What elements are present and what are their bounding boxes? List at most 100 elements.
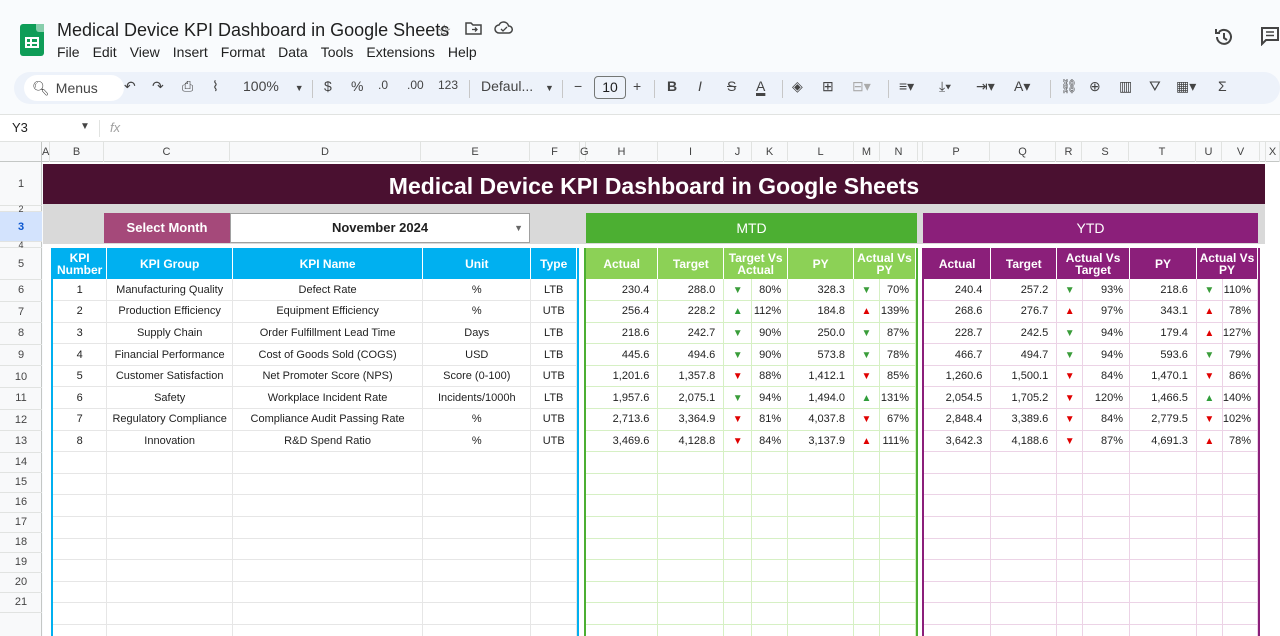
fill-color-icon[interactable]: ◈	[792, 78, 803, 95]
empty-cell[interactable]	[106, 473, 234, 496]
menu-view[interactable]: View	[130, 44, 166, 60]
row-header-19[interactable]: 19	[0, 553, 42, 573]
ytd-avt-pct-cell[interactable]: 97%	[1082, 300, 1131, 323]
mtd-tva-arrow-cell[interactable]: ▼	[723, 430, 753, 453]
empty-cell[interactable]	[422, 559, 532, 582]
text-wrap-icon[interactable]: ⇥▾	[976, 78, 995, 95]
ytd-avp-pct-cell[interactable]: 140%	[1222, 386, 1259, 410]
mtd-avp-arrow-cell[interactable]: ▲	[853, 430, 880, 453]
ytd-target-cell[interactable]: 242.5	[990, 322, 1058, 345]
number-format-button[interactable]: 123	[438, 78, 458, 92]
empty-cell[interactable]	[586, 559, 659, 582]
ytd-avt-arrow-cell[interactable]: ▼	[1056, 279, 1084, 302]
kpi-unit-cell[interactable]: Days	[422, 322, 532, 345]
col-header-f[interactable]: F	[530, 142, 580, 162]
row-header-11[interactable]: 11	[0, 388, 42, 410]
empty-cell[interactable]	[1056, 538, 1084, 561]
empty-cell[interactable]	[1196, 451, 1223, 474]
ytd-actual-cell[interactable]: 3,642.3	[924, 430, 992, 453]
empty-cell[interactable]	[1222, 451, 1259, 474]
empty-cell[interactable]	[1196, 559, 1223, 582]
mtd-actual-cell[interactable]: 230.4	[586, 279, 659, 302]
empty-cell[interactable]	[787, 602, 855, 625]
empty-cell[interactable]	[422, 451, 532, 474]
ytd-py-cell[interactable]: 218.6	[1129, 279, 1197, 302]
mtd-target-cell[interactable]: 228.2	[657, 300, 725, 323]
ytd-target-cell[interactable]: 1,500.1	[990, 365, 1058, 388]
ytd-target-cell[interactable]: 276.7	[990, 300, 1058, 323]
empty-cell[interactable]	[422, 602, 532, 625]
empty-cell[interactable]	[586, 494, 659, 518]
empty-cell[interactable]	[751, 494, 789, 518]
empty-cell[interactable]	[751, 602, 789, 625]
empty-cell[interactable]	[232, 624, 424, 636]
empty-cell[interactable]	[879, 538, 917, 561]
empty-cell[interactable]	[53, 581, 108, 604]
empty-cell[interactable]	[422, 494, 532, 518]
empty-cell[interactable]	[657, 473, 725, 496]
kpi-group-cell[interactable]: Innovation	[106, 430, 234, 453]
empty-cell[interactable]	[1056, 516, 1084, 539]
empty-cell[interactable]	[853, 624, 880, 636]
kpi-unit-cell[interactable]: %	[422, 279, 532, 302]
empty-cell[interactable]	[1082, 516, 1131, 539]
text-rotation-icon[interactable]: A▾	[1014, 78, 1030, 95]
row-header-12[interactable]: 12	[0, 410, 42, 432]
ytd-avt-arrow-cell[interactable]: ▼	[1056, 386, 1084, 410]
empty-cell[interactable]	[1082, 451, 1131, 474]
mtd-tva-arrow-cell[interactable]: ▼	[723, 343, 753, 366]
ytd-py-cell[interactable]: 179.4	[1129, 322, 1197, 345]
menus-search-button[interactable]: 🔍︎ Menus	[24, 75, 124, 101]
mtd-avp-arrow-cell[interactable]: ▲	[853, 300, 880, 323]
mtd-py-cell[interactable]: 1,412.1	[787, 365, 855, 388]
sheets-logo-icon[interactable]	[20, 24, 44, 56]
kpi-number-cell[interactable]: 4	[53, 343, 108, 366]
empty-cell[interactable]	[879, 602, 917, 625]
empty-cell[interactable]	[232, 538, 424, 561]
empty-cell[interactable]	[106, 581, 234, 604]
row-header-8[interactable]: 8	[0, 323, 42, 345]
col-header-b[interactable]: B	[50, 142, 104, 162]
kpi-type-cell[interactable]: UTB	[530, 430, 577, 453]
horizontal-align-icon[interactable]: ≡▾	[899, 78, 914, 95]
kpi-group-cell[interactable]: Safety	[106, 386, 234, 410]
ytd-actual-cell[interactable]: 466.7	[924, 343, 992, 366]
row-header-3[interactable]: 3	[0, 212, 42, 242]
kpi-group-cell[interactable]: Regulatory Compliance	[106, 408, 234, 431]
ytd-avt-arrow-cell[interactable]: ▼	[1056, 365, 1084, 388]
mtd-actual-cell[interactable]: 218.6	[586, 322, 659, 345]
empty-cell[interactable]	[787, 559, 855, 582]
empty-cell[interactable]	[53, 538, 108, 561]
col-header-a[interactable]: A	[42, 142, 50, 162]
kpi-unit-cell[interactable]: %	[422, 430, 532, 453]
ytd-avt-pct-cell[interactable]: 120%	[1082, 386, 1131, 410]
decrease-font-size-icon[interactable]: −	[574, 78, 582, 94]
empty-cell[interactable]	[232, 494, 424, 518]
col-header-v[interactable]: V	[1222, 142, 1260, 162]
col-header-d[interactable]: D	[230, 142, 421, 162]
empty-cell[interactable]	[232, 473, 424, 496]
empty-cell[interactable]	[1082, 559, 1131, 582]
functions-button[interactable]: Σ	[1218, 78, 1227, 94]
mtd-avp-arrow-cell[interactable]: ▲	[853, 386, 880, 410]
empty-cell[interactable]	[1082, 473, 1131, 496]
empty-cell[interactable]	[787, 581, 855, 604]
name-box[interactable]: Y3	[12, 120, 28, 135]
empty-cell[interactable]	[53, 624, 108, 636]
empty-cell[interactable]	[853, 494, 880, 518]
strikethrough-button[interactable]: S	[727, 78, 736, 94]
ytd-avp-arrow-cell[interactable]: ▲	[1196, 322, 1223, 345]
ytd-avt-pct-cell[interactable]: 84%	[1082, 408, 1131, 431]
ytd-actual-cell[interactable]: 228.7	[924, 322, 992, 345]
menu-data[interactable]: Data	[278, 44, 314, 60]
borders-icon[interactable]: ⊞	[822, 78, 834, 95]
empty-cell[interactable]	[1222, 494, 1259, 518]
kpi-unit-cell[interactable]: %	[422, 408, 532, 431]
insert-comment-icon[interactable]: ⊕	[1089, 78, 1101, 95]
empty-cell[interactable]	[106, 451, 234, 474]
kpi-name-cell[interactable]: Order Fulfillment Lead Time	[232, 322, 424, 345]
empty-cell[interactable]	[879, 473, 917, 496]
empty-cell[interactable]	[787, 538, 855, 561]
row-header-14[interactable]: 14	[0, 453, 42, 473]
redo-icon[interactable]: ↷	[152, 78, 164, 95]
